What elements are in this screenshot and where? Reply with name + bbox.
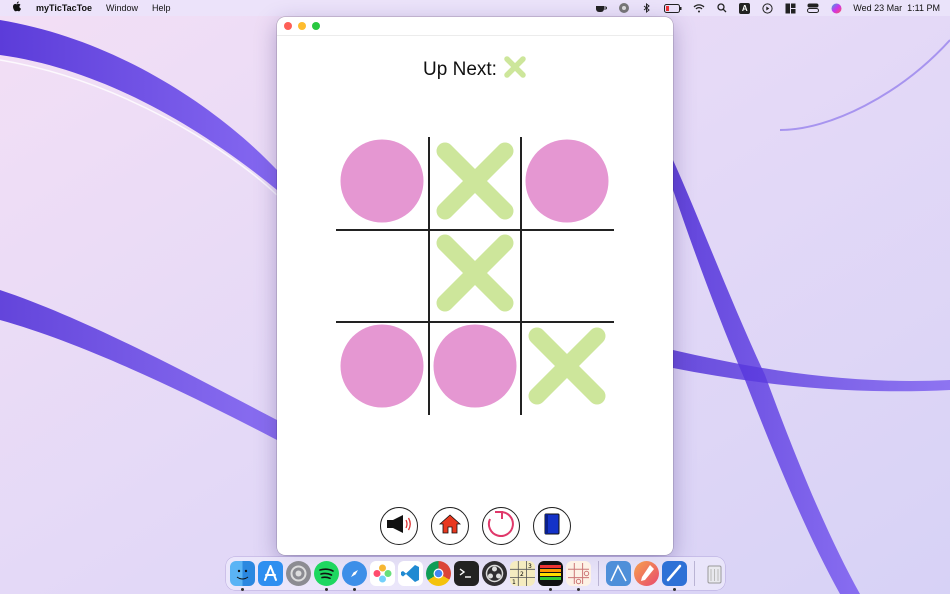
running-indicator [325,588,328,591]
play-icon[interactable] [761,2,773,14]
tetris-icon[interactable] [538,561,563,591]
running-indicator [353,588,356,591]
tictactoe-window: Up Next: X [277,17,673,555]
book-button[interactable] [532,507,571,545]
up-next-indicator: Up Next: X [277,55,673,85]
search-icon[interactable] [716,2,728,14]
finder-icon[interactable] [230,561,255,591]
svg-text:3: 3 [528,563,532,570]
title-bar[interactable] [277,17,673,36]
board-cell-7[interactable] [336,322,428,414]
o-mark-icon [340,324,424,413]
menubar-clock[interactable]: Wed 23 Mar 1:11 PM [853,3,940,13]
system-preferences-icon[interactable] [286,561,311,586]
apple-icon[interactable] [12,1,22,15]
up-next-label: Up Next: [423,59,497,80]
bottom-toolbar [277,507,673,545]
svg-text:2: 2 [520,571,524,578]
board-cell-8[interactable] [429,322,521,414]
x-mark-icon [433,139,517,228]
board-cell-3[interactable] [521,137,613,229]
coffee-icon[interactable] [595,2,608,14]
terminal-icon[interactable] [454,561,479,586]
trash-icon[interactable] [702,561,727,586]
minimize-button[interactable] [298,22,306,30]
mytictactoe-icon[interactable] [566,561,591,591]
board-cell-1[interactable] [336,137,428,229]
sudoku-icon[interactable]: 321 [510,561,535,586]
svg-text:1: 1 [512,579,516,586]
dock-separator [694,561,695,586]
o-mark-icon [340,139,424,228]
running-indicator [549,588,552,591]
keyboard-input-icon[interactable]: A [739,2,751,14]
xcode-icon[interactable] [662,561,687,591]
sound-button[interactable] [379,507,418,545]
board-cell-5[interactable] [429,230,521,322]
help-menu[interactable]: Help [152,3,171,13]
restart-icon [486,509,516,544]
app-menu[interactable]: myTicTacToe [36,3,92,13]
board-cell-6[interactable] [521,230,613,322]
board-cell-2[interactable] [429,137,521,229]
menu-bar: myTicTacToe Window Help A Wed 23 Mar 1:1… [0,0,950,16]
up-next-x-icon [503,55,527,85]
input-source-label: A [741,3,748,13]
control-center-icon[interactable] [807,2,820,14]
layout-icon[interactable] [784,2,796,14]
o-mark-icon [433,324,517,413]
x-mark-icon [525,324,609,413]
restart-button[interactable] [481,507,520,545]
o-mark-icon [525,139,609,228]
running-indicator [241,588,244,591]
siri-icon[interactable] [830,2,842,14]
dock: 321 [226,557,727,591]
app-store-icon[interactable] [258,561,283,586]
wifi-icon[interactable] [693,2,705,14]
board-cell-4[interactable] [336,230,428,322]
hotspot-icon[interactable] [618,2,630,14]
vscode-icon[interactable] [398,561,423,586]
home-button[interactable] [430,507,469,545]
battery-icon[interactable] [664,2,682,14]
pixelmator-icon[interactable] [634,561,659,586]
chrome-icon[interactable] [426,561,451,586]
zoom-button[interactable] [312,22,320,30]
close-button[interactable] [284,22,292,30]
photos-icon[interactable] [370,561,395,586]
x-mark-icon [433,231,517,320]
window-menu[interactable]: Window [106,3,138,13]
speaker-icon [385,514,413,539]
board-cell-9[interactable] [521,322,613,414]
obs-icon[interactable] [482,561,507,586]
dock-separator [598,561,599,586]
bluetooth-icon[interactable] [641,2,653,14]
spotify-icon[interactable] [314,561,339,591]
instruments-icon[interactable] [606,561,631,586]
running-indicator [673,588,676,591]
home-icon [438,513,461,539]
book-icon [544,513,560,540]
game-board [336,137,614,415]
running-indicator [577,588,580,591]
safari-icon[interactable] [342,561,367,591]
